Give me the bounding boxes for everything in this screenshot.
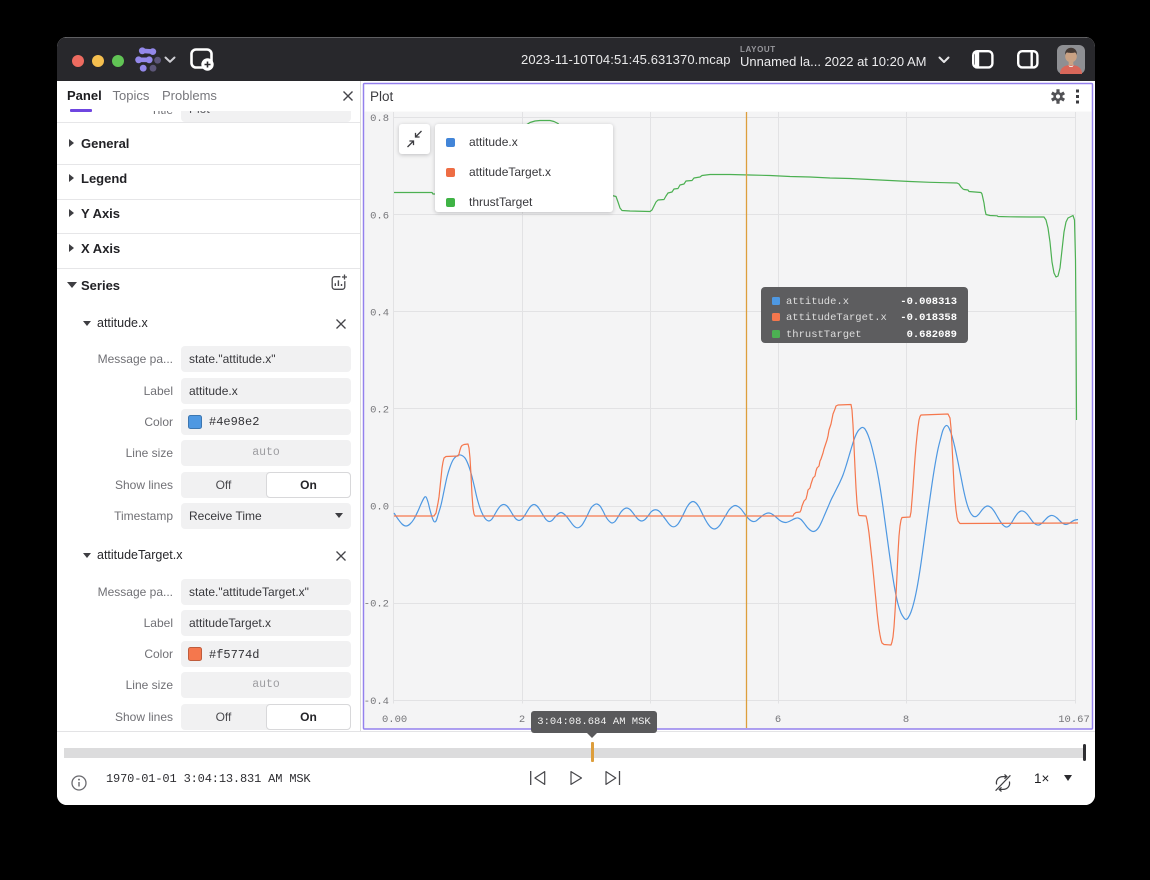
svg-text:Plot: Plot — [370, 89, 394, 104]
svg-text:6: 6 — [775, 714, 781, 726]
svg-text:0.8: 0.8 — [370, 113, 389, 125]
svg-text:0.2: 0.2 — [370, 405, 389, 417]
svg-text:0.0: 0.0 — [370, 502, 389, 514]
svg-text:10.67: 10.67 — [1058, 714, 1090, 726]
svg-text:-0.2: -0.2 — [364, 599, 389, 611]
svg-text:0.6: 0.6 — [370, 210, 389, 222]
svg-text:0.00: 0.00 — [382, 714, 407, 726]
svg-text:2: 2 — [519, 714, 525, 726]
svg-text:8: 8 — [903, 714, 909, 726]
svg-text:0.4: 0.4 — [370, 307, 389, 319]
svg-text:-0.4: -0.4 — [364, 696, 389, 708]
